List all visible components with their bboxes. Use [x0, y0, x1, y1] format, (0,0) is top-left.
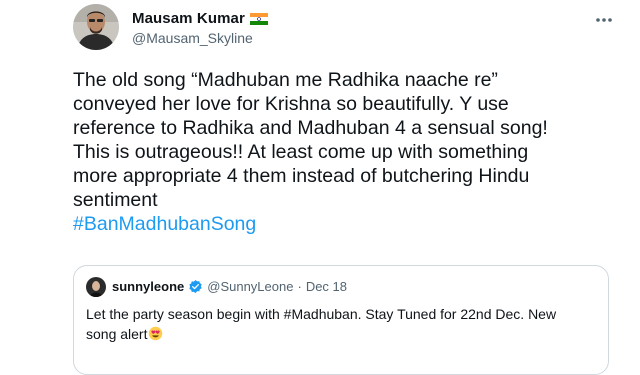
quoted-text-line-content: song alert [86, 326, 148, 342]
quoted-date[interactable]: Dec 18 [306, 279, 347, 294]
tweet-text-line: conveyed her love for Krishna so beautif… [73, 93, 509, 115]
india-flag-icon [249, 12, 268, 25]
tweet-text-line: The old song “Madhuban me Radhika naache… [73, 69, 498, 91]
quoted-text: Let the party season begin with #Madhuba… [86, 304, 596, 344]
quoted-tweet[interactable]: sunnyleone @SunnyLeone · Dec 18 Let the … [73, 265, 609, 375]
tweet-text-line: sentiment [73, 189, 158, 211]
quoted-author-avatar[interactable] [86, 277, 106, 297]
quoted-author-name[interactable]: sunnyleone [112, 279, 184, 294]
more-dots-icon [596, 18, 612, 22]
author-avatar[interactable] [73, 4, 119, 50]
tweet-text-line: more appropriate 4 them instead of butch… [73, 165, 530, 187]
author-name-text: Mausam Kumar [132, 10, 245, 27]
quoted-text-line-2: song alert [86, 324, 596, 344]
tweet-text: The old song “Madhuban me Radhika naache… [73, 68, 613, 236]
tweet-card: Mausam Kumar @Mausam_Skyline The old son… [0, 0, 640, 375]
verified-badge-icon [189, 279, 202, 294]
more-options-button[interactable] [592, 8, 616, 32]
quoted-author-handle[interactable]: @SunnyLeone [207, 279, 293, 294]
tweet-text-line: reference to Radhika and Madhuban 4 a se… [73, 117, 548, 139]
quoted-header: sunnyleone @SunnyLeone · Dec 18 [112, 279, 347, 294]
heart-eyes-emoji-icon [149, 326, 163, 341]
separator-dot: · [297, 279, 302, 294]
quoted-text-line: Let the party season begin with #Madhuba… [86, 306, 557, 322]
hashtag-link[interactable]: #BanMadhubanSong [73, 212, 613, 236]
author-handle[interactable]: @Mausam_Skyline [132, 30, 253, 46]
author-name[interactable]: Mausam Kumar [132, 10, 268, 27]
tweet-text-line: This is outrageous!! At least come up wi… [73, 141, 529, 163]
